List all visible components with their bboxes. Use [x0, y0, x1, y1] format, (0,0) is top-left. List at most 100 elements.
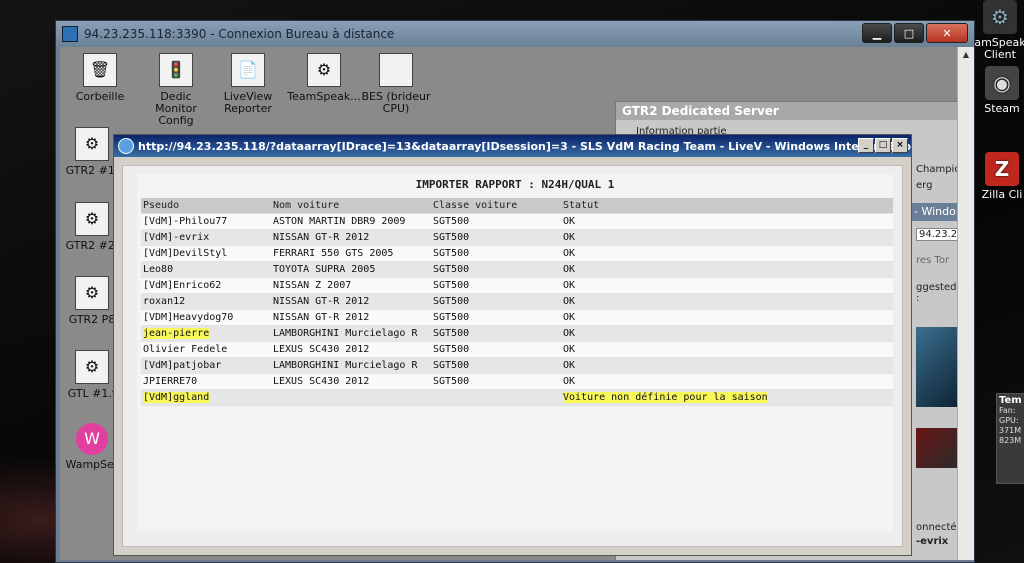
desktop-icon-liveview[interactable]: 📄 LiveView Reporter: [210, 53, 286, 115]
minimize-button[interactable]: ▁: [862, 23, 892, 43]
column-header-status: Statut: [563, 200, 600, 211]
gtr2-user-label: -evrix: [916, 536, 949, 547]
cell-car: TOYOTA SUPRA 2005: [273, 264, 376, 275]
cell-pseudo: [VdM]-evrix: [143, 232, 210, 243]
host-icon-steam[interactable]: ◉ Steam: [972, 66, 1024, 115]
report-title: IMPORTER RAPPORT : N24H/QUAL 1: [415, 178, 615, 191]
scroll-up-icon[interactable]: ▲: [958, 47, 974, 63]
host-icon-filezilla[interactable]: Z Zilla Cli: [972, 152, 1024, 201]
cell-pseudo: JPIERRE70: [143, 376, 198, 387]
ie-minimize-button[interactable]: _: [858, 138, 874, 153]
desktop-icon-dedic-monitor[interactable]: 🚦 Dedic Monitor Config: [138, 53, 214, 127]
rdp-titlebar[interactable]: 94.23.235.118:3390 - Connexion Bureau à …: [56, 21, 974, 47]
table-row: [VdM]-evrix NISSAN GT-R 2012 SGT500 OK: [141, 230, 893, 246]
cell-pseudo: [VdM]ggland: [141, 390, 271, 405]
cell-class: SGT500: [433, 216, 470, 227]
column-header-pseudo: Pseudo: [143, 200, 180, 211]
cell-class: [431, 390, 561, 405]
icon-label: GTR2 P8: [68, 313, 116, 326]
icon-label: BES (brideur CPU): [361, 90, 431, 115]
highlighted-text: jean-pierre: [143, 328, 210, 339]
maximize-button[interactable]: □: [894, 23, 924, 43]
widget-line: Fan:: [999, 406, 1016, 415]
cell-status: OK: [563, 216, 576, 227]
cell-car: NISSAN Z 2007: [273, 280, 352, 291]
ie-report-window: http://94.23.235.118/?dataarray[IDrace]=…: [113, 134, 912, 556]
cell-car: [271, 390, 431, 405]
ie-maximize-button[interactable]: □: [875, 138, 891, 153]
cell-class: SGT500: [433, 344, 470, 355]
table-row: Olivier Fedele LEXUS SC430 2012 SGT500 OK: [141, 342, 893, 358]
gear-window-icon: ⚙: [307, 53, 341, 87]
gear-window-icon: ⚙: [75, 350, 109, 384]
ie-page-content: IMPORTER RAPPORT : N24H/QUAL 1 Pseudo No…: [122, 165, 903, 547]
table-row: [VdM]ggland Voiture non définie pour la s…: [141, 390, 893, 406]
cell-pseudo: [VdM]DevilStyl: [143, 248, 228, 259]
rdp-title-text: 94.23.235.118:3390 - Connexion Bureau à …: [84, 27, 395, 41]
table-row: roxan12 NISSAN GT-R 2012 SGT500 OK: [141, 294, 893, 310]
gear-window-icon: ⚙: [75, 202, 109, 236]
desktop-icon-teamspeak[interactable]: ⚙ TeamSpeak...: [286, 53, 362, 103]
desktop-icon-corbeille[interactable]: 🗑 Corbeille: [62, 53, 138, 103]
cell-pseudo: Olivier Fedele: [143, 344, 228, 355]
cell-pseudo: [VdM]patjobar: [143, 360, 222, 371]
table-row: [VdM]DevilStyl FERRARI 550 GTS 2005 SGT500…: [141, 246, 893, 262]
host-icon-teamspeak[interactable]: ⚙ amSpeak Client: [970, 0, 1024, 61]
recycle-bin-icon: 🗑: [83, 53, 117, 87]
ie-close-button[interactable]: ×: [892, 138, 908, 153]
cell-car: NISSAN GT-R 2012: [273, 232, 370, 243]
gtr2-banner-image-2: [916, 428, 958, 468]
cell-car: ASTON MARTIN DBR9 2009: [273, 216, 406, 227]
desktop-icon-bes[interactable]: BES (brideur CPU): [358, 53, 434, 115]
cell-pseudo: [VDM]Heavydog70: [143, 312, 234, 323]
gtr2-connected-label: onnecté: [916, 522, 957, 533]
icon-label: Corbeille: [75, 90, 125, 103]
table-row: [VdM]-Philou77 ASTON MARTIN DBR9 2009 SGT5…: [141, 214, 893, 230]
cell-car: LEXUS SC430 2012: [273, 344, 370, 355]
rdp-vertical-scrollbar[interactable]: ▲: [957, 47, 974, 560]
teamspeak-icon: ⚙: [983, 0, 1017, 34]
cell-pseudo: jean-pierre: [141, 326, 271, 341]
cell-car: NISSAN GT-R 2012: [273, 312, 370, 323]
widget-line: GPU:: [999, 416, 1019, 425]
blank-shortcut-icon: [379, 53, 413, 87]
icon-label: LiveView Reporter: [223, 90, 273, 115]
steam-icon: ◉: [985, 66, 1019, 100]
filezilla-icon: Z: [985, 152, 1019, 186]
gtr2-subwindow-title[interactable]: - Windo: [911, 203, 958, 221]
cell-class: SGT500: [433, 296, 470, 307]
table-header-row: Pseudo Nom voiture Classe voiture Statut: [141, 198, 893, 214]
gpu-monitor-widget: Tem Fan: GPU: 371M 823M: [996, 393, 1024, 484]
gtr2-champ-label: Champio: [916, 164, 958, 175]
cell-status: OK: [563, 264, 576, 275]
widget-line: 823M: [999, 436, 1022, 445]
cell-status: OK: [563, 360, 576, 371]
report-table: Pseudo Nom voiture Classe voiture Statut…: [141, 198, 893, 406]
ie-title-text: http://94.23.235.118/?dataarray[IDrace]=…: [138, 139, 911, 153]
icon-label: WampSer: [65, 458, 119, 471]
gtr2-suggested-label: ggested :: [916, 282, 957, 304]
icon-label: TeamSpeak...: [287, 90, 361, 103]
table-row: [VdM]Enrico62 NISSAN Z 2007 SGT500 OK: [141, 278, 893, 294]
gtr2-window-title[interactable]: GTR2 Dedicated Server: [616, 102, 958, 120]
cell-car: LAMBORGHINI Murcielago R: [273, 360, 418, 371]
cell-class: SGT500: [433, 312, 470, 323]
host-icon-label: Zilla Cli: [981, 188, 1023, 201]
gtr2-tabs[interactable]: res Tor: [916, 255, 949, 266]
import-report-panel: IMPORTER RAPPORT : N24H/QUAL 1 Pseudo No…: [137, 174, 893, 531]
column-header-car: Nom voiture: [273, 200, 340, 211]
column-header-class: Classe voiture: [433, 200, 518, 211]
widget-line: Tem: [999, 395, 1022, 406]
cell-status: OK: [563, 296, 576, 307]
gear-window-icon: ⚙: [75, 276, 109, 310]
cell-class: SGT500: [433, 328, 470, 339]
close-button[interactable]: ✕: [926, 23, 968, 43]
cell-car: LAMBORGHINI Murcielago R: [273, 328, 418, 339]
highlighted-text: Voiture non définie pour la saison: [563, 392, 768, 403]
highlighted-text: [VdM]ggland: [143, 392, 210, 403]
wampserver-icon: W: [76, 423, 108, 455]
icon-label: GTL #1.t: [67, 387, 117, 400]
cell-pseudo: Leo80: [143, 264, 174, 275]
cell-status: Voiture non définie pour la saison: [561, 390, 893, 405]
ie-titlebar[interactable]: http://94.23.235.118/?dataarray[IDrace]=…: [114, 135, 911, 157]
